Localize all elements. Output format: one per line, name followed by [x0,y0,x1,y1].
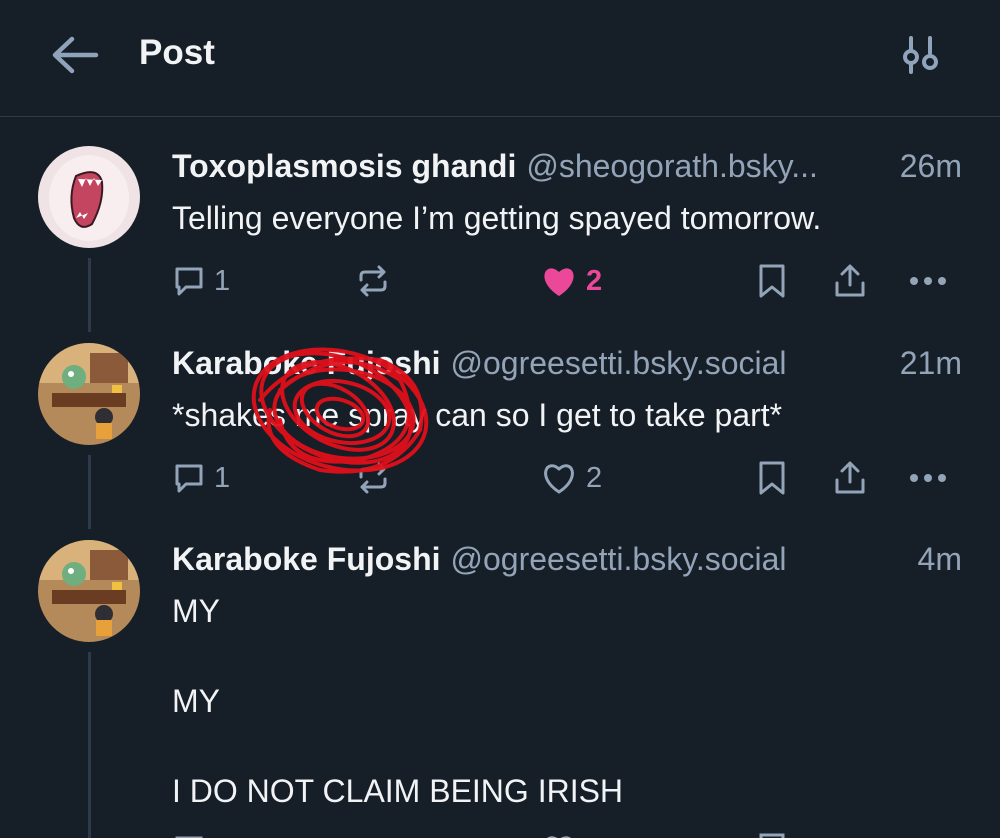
author-handle[interactable]: @ogreesetti.bsky.social [451,541,787,578]
like-button[interactable]: 2 [540,259,602,303]
author-name[interactable]: Karaboke Fujoshi [172,345,441,382]
post-header: Toxoplasmosis ghandi @sheogorath.bsky...… [172,148,962,185]
reply-icon [175,267,203,296]
post-text-line: MY [172,683,220,719]
heart-outline-icon [544,464,574,494]
post-actions: 1 2 [0,456,1000,500]
reply-button[interactable]: 1 [172,259,230,303]
bookmark-button[interactable] [756,456,788,500]
share-button[interactable] [832,259,868,303]
cartoon-room-avatar-icon [38,540,140,642]
share-icon [835,264,865,297]
repost-icon [359,462,387,494]
post-time[interactable]: 21m [900,345,962,382]
bookmark-icon [759,461,785,495]
post-text: Telling everyone I’m getting spayed tomo… [172,200,822,236]
post-actions: 1 2 [0,259,1000,303]
reply-icon [175,836,203,838]
share-button[interactable] [832,456,868,500]
page-title: Post [139,33,215,72]
reply-button[interactable]: 1 [172,456,230,500]
more-options-button[interactable] [908,456,948,500]
like-button[interactable]: 2 [540,456,602,500]
repost-button[interactable] [356,456,390,500]
repost-icon [359,265,387,297]
like-count: 2 [586,461,603,494]
bookmark-button[interactable] [756,259,788,303]
ellipsis-icon [910,277,946,285]
arrow-left-icon[interactable] [50,36,100,74]
share-icon [835,461,865,494]
cartoon-room-avatar-icon [38,343,140,445]
avatar[interactable] [38,540,140,642]
post-text-line: I DO NOT CLAIM BEING IRISH [172,773,624,809]
reply-button[interactable] [172,828,206,838]
reply-count: 1 [214,461,231,494]
post-time[interactable]: 4m [918,541,962,578]
top-bar: Post [0,0,1000,117]
reply-icon [175,464,203,493]
author-name[interactable]: Toxoplasmosis ghandi [172,148,516,185]
sliders-icon[interactable] [900,35,942,75]
author-handle[interactable]: @ogreesetti.bsky.social [451,345,787,382]
post-text: *shakes me spray can so I get to take pa… [172,397,783,433]
like-button[interactable] [540,828,578,838]
post-header: Karaboke Fujoshi @ogreesetti.bsky.social… [172,541,962,578]
heart-outline-icon [547,836,571,838]
avatar[interactable] [38,343,140,445]
thread-line [88,652,91,838]
bookmark-button[interactable] [756,828,788,838]
bookmark-icon [759,264,785,298]
author-name[interactable]: Karaboke Fujoshi [172,541,441,578]
post-header: Karaboke Fujoshi @ogreesetti.bsky.social… [172,345,962,382]
ellipsis-icon [910,474,946,482]
author-handle[interactable]: @sheogorath.bsky... [526,148,818,185]
avatar[interactable] [38,146,140,248]
more-options-button[interactable] [908,259,948,303]
repost-icon [356,833,390,838]
post-actions [0,828,1000,838]
screaming-face-avatar-icon [38,146,140,248]
repost-button[interactable] [356,259,390,303]
bookmark-icon [759,833,785,838]
post-text-line: MY [172,593,220,629]
heart-filled-icon [544,268,574,296]
like-count: 2 [586,264,603,297]
repost-button[interactable] [356,828,390,838]
reply-count: 1 [214,264,231,297]
post-time[interactable]: 26m [900,148,962,185]
